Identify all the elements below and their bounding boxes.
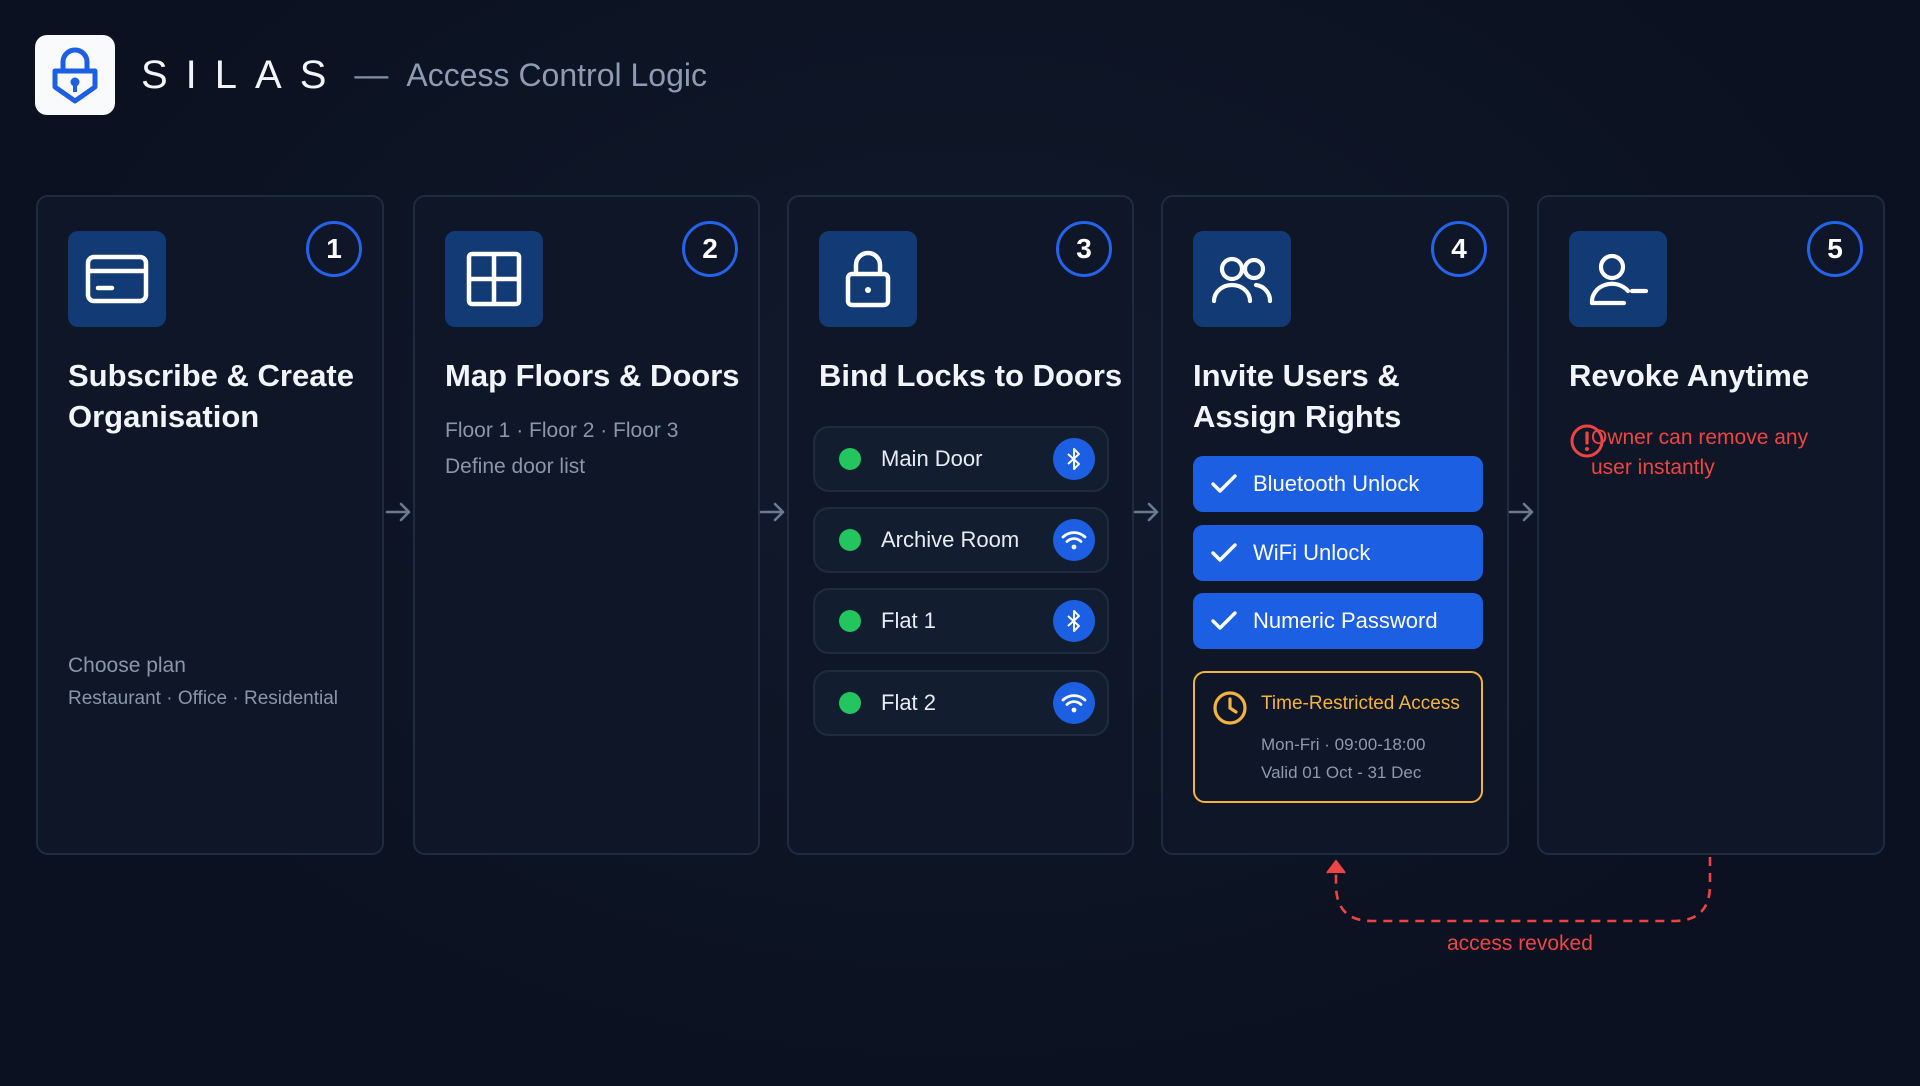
step-number-badge: 2 bbox=[682, 221, 738, 277]
time-restriction-title: Time-Restricted Access bbox=[1261, 693, 1460, 714]
step-detail: Floor 1 · Floor 2 · Floor 3 bbox=[445, 419, 679, 442]
step-card-3: 3 Bind Locks to Doors Main Door Archive … bbox=[787, 195, 1134, 855]
user-minus-icon bbox=[1569, 231, 1667, 327]
step-detail: Choose plan bbox=[68, 654, 186, 677]
step-number-badge: 5 bbox=[1807, 221, 1863, 277]
revoke-connector-label: access revoked bbox=[1447, 932, 1593, 955]
door-item-archive-room[interactable]: Archive Room bbox=[813, 507, 1109, 573]
step-card-2: 2 Map Floors & Doors Floor 1 · Floor 2 ·… bbox=[413, 195, 760, 855]
wifi-icon bbox=[1053, 519, 1095, 561]
silas-logo bbox=[35, 35, 115, 115]
time-restriction-schedule: Mon-Fri · 09:00-18:00 bbox=[1261, 735, 1426, 754]
bluetooth-icon bbox=[1053, 438, 1095, 480]
check-icon bbox=[1211, 474, 1237, 493]
right-label: WiFi Unlock bbox=[1253, 540, 1371, 565]
revoke-connector bbox=[1326, 857, 1712, 923]
step-card-5: 5 Revoke Anytime Owner can remove any us… bbox=[1537, 195, 1885, 855]
right-numeric-password[interactable]: Numeric Password bbox=[1193, 593, 1483, 649]
lock-icon bbox=[819, 231, 917, 327]
credit-card-icon bbox=[68, 231, 166, 327]
door-name: Main Door bbox=[881, 446, 983, 471]
step-title: Revoke Anytime bbox=[1569, 358, 1810, 393]
bluetooth-icon bbox=[1053, 600, 1095, 642]
right-label: Bluetooth Unlock bbox=[1253, 471, 1420, 496]
check-icon bbox=[1211, 543, 1237, 562]
step-title: Map Floors & Doors bbox=[445, 358, 740, 393]
door-name: Flat 1 bbox=[881, 608, 937, 633]
door-item-flat-2[interactable]: Flat 2 bbox=[813, 670, 1109, 736]
check-icon bbox=[1211, 611, 1237, 630]
header: SILAS — Access Control Logic bbox=[35, 35, 707, 115]
step-title: Subscribe & Create Organisation bbox=[68, 358, 354, 434]
brand-name: SILAS bbox=[141, 52, 345, 97]
lock-shield-logo-icon bbox=[52, 47, 98, 104]
step-detail: Restaurant · Office · Residential bbox=[68, 688, 338, 709]
step-number-badge: 1 bbox=[306, 221, 362, 277]
step-title: Bind Locks to Doors bbox=[819, 358, 1123, 393]
title-separator: — bbox=[354, 55, 389, 94]
door-item-main-door[interactable]: Main Door bbox=[813, 426, 1109, 492]
right-wifi-unlock[interactable]: WiFi Unlock bbox=[1193, 525, 1483, 581]
time-restriction-validity: Valid 01 Oct - 31 Dec bbox=[1261, 763, 1422, 782]
revoke-note: Owner can remove any user instantly bbox=[1591, 426, 1809, 479]
flow-arrow-icon bbox=[385, 502, 411, 522]
status-dot bbox=[839, 692, 861, 714]
flow-arrow-icon bbox=[1508, 502, 1534, 522]
status-dot bbox=[839, 448, 861, 470]
status-dot bbox=[839, 610, 861, 632]
time-restricted-access-box[interactable]: Time-Restricted Access Mon-Fri · 09:00-1… bbox=[1193, 671, 1483, 803]
step-card-1: 1 Subscribe & Create Organisation Choose… bbox=[36, 195, 384, 855]
step-card-4: 4 Invite Users & Assign Rights Bluetooth… bbox=[1161, 195, 1509, 855]
status-dot bbox=[839, 529, 861, 551]
step-number-badge: 3 bbox=[1056, 221, 1112, 277]
clock-icon bbox=[1213, 691, 1247, 725]
floor-plan-icon bbox=[445, 231, 543, 327]
page-subtitle: Access Control Logic bbox=[406, 56, 707, 93]
flow-arrow-icon bbox=[759, 502, 785, 522]
flow-arrow-icon bbox=[1133, 502, 1159, 522]
door-item-flat-1[interactable]: Flat 1 bbox=[813, 588, 1109, 654]
door-name: Archive Room bbox=[881, 527, 1020, 552]
step-number-badge: 4 bbox=[1431, 221, 1487, 277]
wifi-icon bbox=[1053, 682, 1095, 724]
right-label: Numeric Password bbox=[1253, 608, 1438, 633]
users-icon bbox=[1193, 231, 1291, 327]
step-title: Invite Users & Assign Rights bbox=[1193, 358, 1402, 434]
door-name: Flat 2 bbox=[881, 690, 937, 715]
right-bluetooth-unlock[interactable]: Bluetooth Unlock bbox=[1193, 456, 1483, 512]
step-detail: Define door list bbox=[445, 455, 586, 478]
